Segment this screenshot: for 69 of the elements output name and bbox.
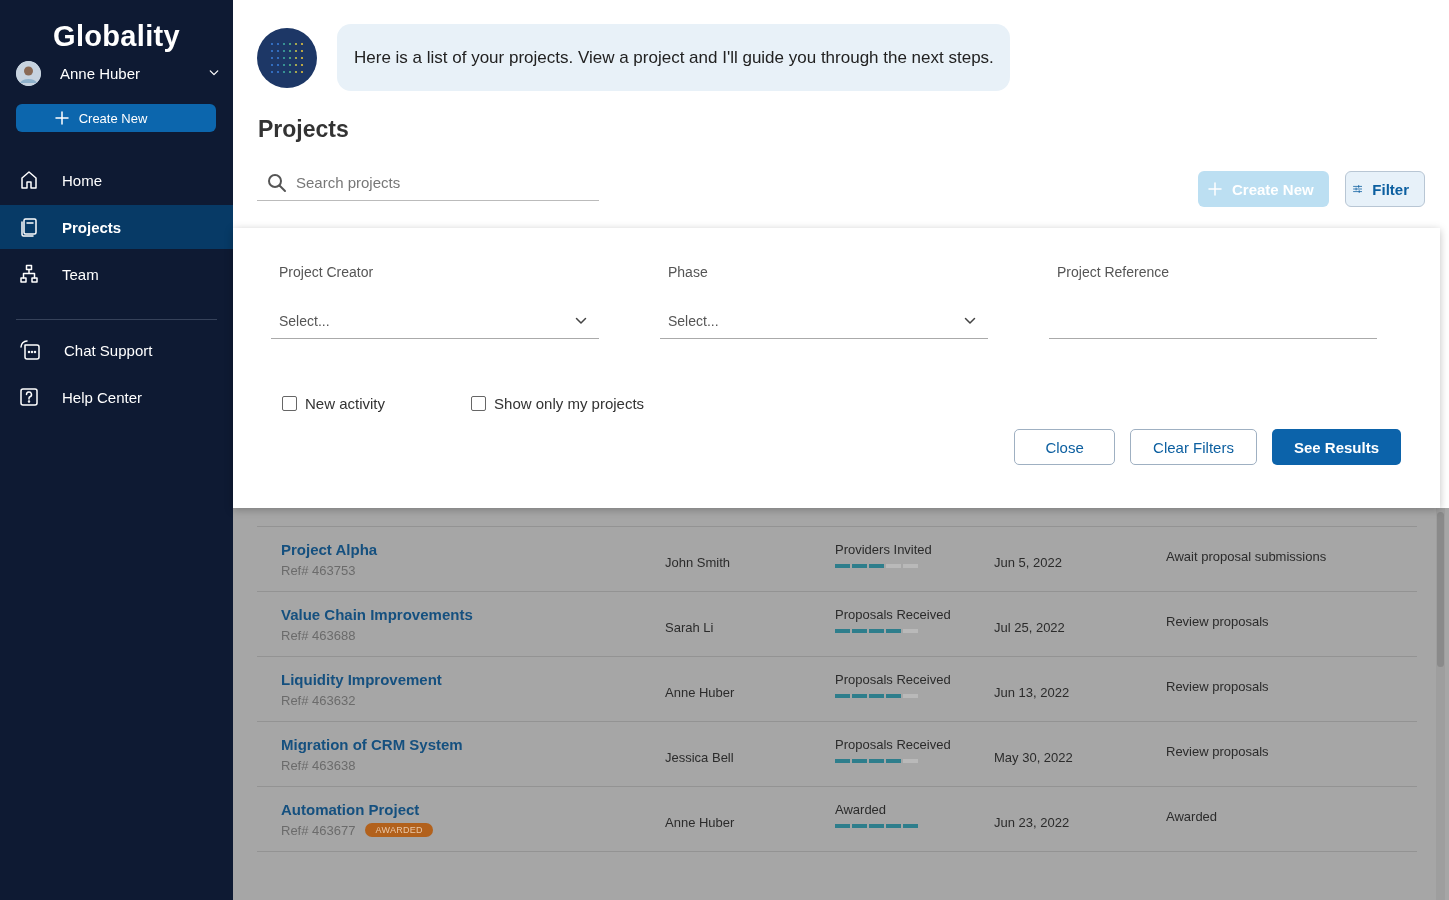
logo: Globality	[53, 20, 180, 53]
chat-bubble: Here is a list of your projects. View a project and I'll guide you through the next steps.	[337, 24, 1010, 91]
table-cell-text: May 30, 2022	[994, 748, 1074, 765]
action-button[interactable]: Close	[1014, 429, 1116, 465]
nav-item[interactable]: Home	[0, 158, 233, 202]
chevron-down-icon	[209, 69, 219, 77]
checkbox[interactable]	[471, 396, 487, 411]
table-cell-text: Sarah Li	[665, 618, 715, 635]
status-badge: AWARDED	[365, 823, 433, 837]
reference-number: Ref# 463688	[281, 627, 356, 643]
search-icon	[267, 173, 287, 193]
org-chart-icon	[19, 264, 39, 284]
page-title: Projects	[258, 116, 350, 143]
reference-number: Ref# 463632	[281, 692, 356, 708]
table-cell-text: Review proposals	[1166, 678, 1270, 696]
phase-label: Awarded	[835, 801, 888, 817]
chevron-down-icon	[575, 317, 587, 325]
reference-number: Ref# 463753	[281, 562, 356, 578]
plus-icon	[54, 111, 69, 125]
dropdown[interactable]: Select...	[271, 304, 599, 339]
search-field[interactable]: Search projects	[257, 165, 599, 201]
phase-label: Providers Invited	[835, 541, 933, 557]
chevron-down-icon	[964, 317, 976, 325]
nav-item[interactable]: Help Center	[0, 375, 233, 419]
table-cell-text: Review proposals	[1166, 613, 1270, 631]
nav-item[interactable]: Projects	[0, 205, 233, 249]
user-name[interactable]: Anne Huber	[60, 64, 209, 82]
nav-item[interactable]: Team	[0, 252, 233, 296]
help-icon	[19, 387, 39, 407]
project-link[interactable]: Automation Project	[281, 800, 420, 818]
table-cell-text: Jul 25, 2022	[994, 618, 1066, 635]
table-cell-text: Anne Huber	[665, 683, 736, 700]
field-label: Project Creator	[278, 264, 374, 280]
nav-item[interactable]: Chat Support	[0, 328, 233, 372]
home-icon	[19, 170, 39, 190]
action-button[interactable]: See Results	[1271, 429, 1401, 465]
table-cell-text: Await proposal submissions	[1166, 548, 1328, 566]
table-cell-text: John Smith	[665, 553, 732, 570]
reference-number: Ref# 463677	[281, 822, 356, 838]
table-cell-text: Awarded	[1166, 808, 1219, 826]
field-label: Project Reference	[1056, 264, 1170, 280]
table-cell-text: Anne Huber	[665, 813, 736, 830]
scrollbar[interactable]	[1437, 512, 1444, 667]
phase-label: Proposals Received	[835, 606, 952, 622]
project-link[interactable]: Migration of CRM System	[281, 735, 463, 753]
document-stack-icon	[19, 217, 39, 237]
project-link[interactable]: Value Chain Improvements	[281, 605, 473, 623]
dropdown[interactable]: Select...	[660, 304, 988, 339]
project-link[interactable]: Project Alpha	[281, 540, 378, 558]
reference-number: Ref# 463638	[281, 757, 356, 773]
table-cell-text: Review proposals	[1166, 743, 1270, 761]
checkbox-label: New activity	[305, 395, 386, 412]
table-cell-text: Jun 5, 2022	[994, 553, 1063, 570]
table-cell-text: Jun 13, 2022	[994, 683, 1071, 700]
table-cell-text: Jun 23, 2022	[994, 813, 1071, 830]
chat-bubble-icon	[19, 339, 41, 361]
table-cell-text: Jessica Bell	[665, 748, 735, 765]
create-new-button[interactable]: Create New	[16, 104, 216, 132]
filter-button[interactable]: Filter	[1345, 171, 1425, 207]
phase-label: Proposals Received	[835, 736, 952, 752]
assistant-avatar	[257, 27, 317, 88]
action-button[interactable]: Clear Filters	[1130, 429, 1257, 465]
avatar	[16, 60, 41, 86]
project-link[interactable]: Liquidity Improvement	[281, 670, 442, 688]
field-label: Phase	[667, 264, 708, 280]
phase-label: Proposals Received	[835, 671, 952, 687]
checkbox[interactable]	[282, 396, 297, 411]
plus-icon	[1208, 182, 1222, 196]
checkbox-label: Show only my projects	[494, 395, 645, 412]
